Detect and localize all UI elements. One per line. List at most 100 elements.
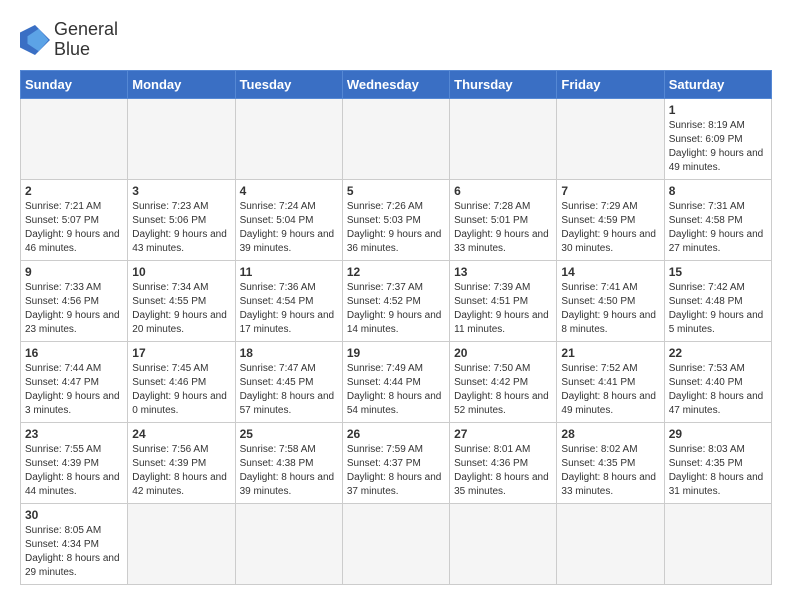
day-number: 12 bbox=[347, 265, 445, 279]
calendar-cell: 4 Sunrise: 7:24 AM Sunset: 5:04 PM Daylig… bbox=[235, 179, 342, 260]
calendar-table: SundayMondayTuesdayWednesdayThursdayFrid… bbox=[20, 70, 772, 585]
day-number: 2 bbox=[25, 184, 123, 198]
week-row: 30 Sunrise: 8:05 AM Sunset: 4:34 PM Dayli… bbox=[21, 503, 772, 584]
day-number: 1 bbox=[669, 103, 767, 117]
week-row: 2Sunrise: 7:21 AM Sunset: 5:07 PM Daylig… bbox=[21, 179, 772, 260]
calendar-cell bbox=[342, 503, 449, 584]
day-number: 17 bbox=[132, 346, 230, 360]
week-row: 1 Sunrise: 8:19 AM Sunset: 6:09 PM Daylig… bbox=[21, 98, 772, 179]
calendar-cell: 16 Sunrise: 7:44 AM Sunset: 4:47 PM Dayli… bbox=[21, 341, 128, 422]
day-info: Sunrise: 7:45 AM Sunset: 4:46 PM Dayligh… bbox=[132, 362, 230, 418]
day-number: 18 bbox=[240, 346, 338, 360]
day-number: 30 bbox=[25, 508, 123, 522]
calendar-cell bbox=[235, 98, 342, 179]
calendar-cell bbox=[235, 503, 342, 584]
day-number: 24 bbox=[132, 427, 230, 441]
day-number: 11 bbox=[240, 265, 338, 279]
calendar-cell: 11 Sunrise: 7:36 AM Sunset: 4:54 PM Dayli… bbox=[235, 260, 342, 341]
day-info: Sunrise: 7:59 AM Sunset: 4:37 PM Dayligh… bbox=[347, 443, 445, 499]
day-number: 20 bbox=[454, 346, 552, 360]
day-info: Sunrise: 7:29 AM Sunset: 4:59 PM Dayligh… bbox=[561, 200, 659, 256]
day-info: Sunrise: 7:36 AM Sunset: 4:54 PM Dayligh… bbox=[240, 281, 338, 337]
calendar-cell: 5Sunrise: 7:26 AM Sunset: 5:03 PM Daylig… bbox=[342, 179, 449, 260]
calendar-cell: 6Sunrise: 7:28 AM Sunset: 5:01 PM Daylig… bbox=[450, 179, 557, 260]
day-info: Sunrise: 7:47 AM Sunset: 4:45 PM Dayligh… bbox=[240, 362, 338, 418]
day-info: Sunrise: 7:50 AM Sunset: 4:42 PM Dayligh… bbox=[454, 362, 552, 418]
calendar-cell bbox=[128, 503, 235, 584]
calendar-cell: 25 Sunrise: 7:58 AM Sunset: 4:38 PM Dayli… bbox=[235, 422, 342, 503]
calendar-cell bbox=[342, 98, 449, 179]
calendar-cell: 27Sunrise: 8:01 AM Sunset: 4:36 PM Dayli… bbox=[450, 422, 557, 503]
header: General Blue bbox=[20, 20, 772, 60]
day-number: 10 bbox=[132, 265, 230, 279]
calendar-cell: 13Sunrise: 7:39 AM Sunset: 4:51 PM Dayli… bbox=[450, 260, 557, 341]
day-number: 9 bbox=[25, 265, 123, 279]
calendar-cell: 22Sunrise: 7:53 AM Sunset: 4:40 PM Dayli… bbox=[664, 341, 771, 422]
day-header-thursday: Thursday bbox=[450, 70, 557, 98]
day-number: 21 bbox=[561, 346, 659, 360]
day-number: 5 bbox=[347, 184, 445, 198]
day-info: Sunrise: 7:42 AM Sunset: 4:48 PM Dayligh… bbox=[669, 281, 767, 337]
logo: General Blue bbox=[20, 20, 118, 60]
day-number: 26 bbox=[347, 427, 445, 441]
calendar-cell: 19 Sunrise: 7:49 AM Sunset: 4:44 PM Dayli… bbox=[342, 341, 449, 422]
day-info: Sunrise: 7:33 AM Sunset: 4:56 PM Dayligh… bbox=[25, 281, 123, 337]
day-info: Sunrise: 7:55 AM Sunset: 4:39 PM Dayligh… bbox=[25, 443, 123, 499]
calendar-cell: 15 Sunrise: 7:42 AM Sunset: 4:48 PM Dayli… bbox=[664, 260, 771, 341]
day-info: Sunrise: 7:37 AM Sunset: 4:52 PM Dayligh… bbox=[347, 281, 445, 337]
day-info: Sunrise: 8:05 AM Sunset: 4:34 PM Dayligh… bbox=[25, 524, 123, 580]
day-header-monday: Monday bbox=[128, 70, 235, 98]
day-info: Sunrise: 8:01 AM Sunset: 4:36 PM Dayligh… bbox=[454, 443, 552, 499]
day-number: 7 bbox=[561, 184, 659, 198]
day-info: Sunrise: 7:52 AM Sunset: 4:41 PM Dayligh… bbox=[561, 362, 659, 418]
calendar-cell bbox=[450, 98, 557, 179]
day-header-tuesday: Tuesday bbox=[235, 70, 342, 98]
week-row: 16 Sunrise: 7:44 AM Sunset: 4:47 PM Dayli… bbox=[21, 341, 772, 422]
day-number: 25 bbox=[240, 427, 338, 441]
day-info: Sunrise: 7:58 AM Sunset: 4:38 PM Dayligh… bbox=[240, 443, 338, 499]
day-number: 15 bbox=[669, 265, 767, 279]
calendar-cell bbox=[21, 98, 128, 179]
day-number: 23 bbox=[25, 427, 123, 441]
day-number: 4 bbox=[240, 184, 338, 198]
week-row: 23 Sunrise: 7:55 AM Sunset: 4:39 PM Dayli… bbox=[21, 422, 772, 503]
calendar-cell: 1 Sunrise: 8:19 AM Sunset: 6:09 PM Daylig… bbox=[664, 98, 771, 179]
calendar-cell: 12 Sunrise: 7:37 AM Sunset: 4:52 PM Dayli… bbox=[342, 260, 449, 341]
day-number: 22 bbox=[669, 346, 767, 360]
calendar-header: SundayMondayTuesdayWednesdayThursdayFrid… bbox=[21, 70, 772, 98]
calendar-body: 1 Sunrise: 8:19 AM Sunset: 6:09 PM Daylig… bbox=[21, 98, 772, 584]
day-info: Sunrise: 7:24 AM Sunset: 5:04 PM Dayligh… bbox=[240, 200, 338, 256]
day-info: Sunrise: 7:23 AM Sunset: 5:06 PM Dayligh… bbox=[132, 200, 230, 256]
calendar-cell bbox=[664, 503, 771, 584]
calendar-cell: 30 Sunrise: 8:05 AM Sunset: 4:34 PM Dayli… bbox=[21, 503, 128, 584]
day-number: 19 bbox=[347, 346, 445, 360]
logo-icon bbox=[20, 25, 50, 55]
day-info: Sunrise: 8:19 AM Sunset: 6:09 PM Dayligh… bbox=[669, 119, 767, 175]
day-info: Sunrise: 7:41 AM Sunset: 4:50 PM Dayligh… bbox=[561, 281, 659, 337]
header-row: SundayMondayTuesdayWednesdayThursdayFrid… bbox=[21, 70, 772, 98]
calendar-cell: 9 Sunrise: 7:33 AM Sunset: 4:56 PM Daylig… bbox=[21, 260, 128, 341]
day-number: 14 bbox=[561, 265, 659, 279]
day-info: Sunrise: 7:56 AM Sunset: 4:39 PM Dayligh… bbox=[132, 443, 230, 499]
day-number: 28 bbox=[561, 427, 659, 441]
calendar-cell bbox=[557, 503, 664, 584]
day-info: Sunrise: 7:31 AM Sunset: 4:58 PM Dayligh… bbox=[669, 200, 767, 256]
calendar-cell bbox=[128, 98, 235, 179]
logo-text: General Blue bbox=[54, 20, 118, 60]
calendar-cell: 3Sunrise: 7:23 AM Sunset: 5:06 PM Daylig… bbox=[128, 179, 235, 260]
day-number: 8 bbox=[669, 184, 767, 198]
calendar-cell: 18 Sunrise: 7:47 AM Sunset: 4:45 PM Dayli… bbox=[235, 341, 342, 422]
day-info: Sunrise: 8:03 AM Sunset: 4:35 PM Dayligh… bbox=[669, 443, 767, 499]
day-info: Sunrise: 7:49 AM Sunset: 4:44 PM Dayligh… bbox=[347, 362, 445, 418]
day-number: 13 bbox=[454, 265, 552, 279]
day-info: Sunrise: 7:44 AM Sunset: 4:47 PM Dayligh… bbox=[25, 362, 123, 418]
day-number: 16 bbox=[25, 346, 123, 360]
calendar-cell: 23 Sunrise: 7:55 AM Sunset: 4:39 PM Dayli… bbox=[21, 422, 128, 503]
calendar-cell: 17 Sunrise: 7:45 AM Sunset: 4:46 PM Dayli… bbox=[128, 341, 235, 422]
day-header-wednesday: Wednesday bbox=[342, 70, 449, 98]
day-number: 29 bbox=[669, 427, 767, 441]
calendar-cell: 10Sunrise: 7:34 AM Sunset: 4:55 PM Dayli… bbox=[128, 260, 235, 341]
calendar-cell: 14 Sunrise: 7:41 AM Sunset: 4:50 PM Dayli… bbox=[557, 260, 664, 341]
day-header-saturday: Saturday bbox=[664, 70, 771, 98]
calendar-cell: 20 Sunrise: 7:50 AM Sunset: 4:42 PM Dayli… bbox=[450, 341, 557, 422]
